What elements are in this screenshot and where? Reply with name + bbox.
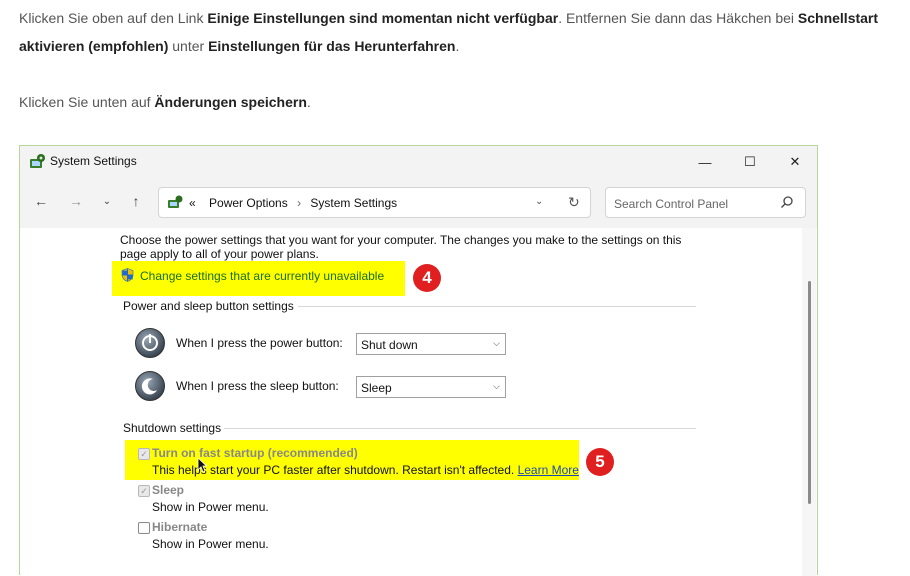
back-button[interactable]: ← — [30, 190, 52, 212]
chevron-right-icon: › — [297, 196, 302, 210]
mouse-cursor-icon — [197, 457, 207, 473]
breadcrumb-power-options[interactable]: Power Options — [209, 196, 288, 210]
refresh-icon[interactable]: ↻ — [568, 194, 580, 211]
instruction-paragraph-1: Klicken Sie oben auf den Link Einige Ein… — [19, 4, 904, 60]
group-divider — [298, 306, 696, 307]
navigation-bar: ← → ⌄ ↑ « Power Options › System Setting… — [20, 182, 817, 222]
vertical-scrollbar[interactable] — [802, 228, 816, 576]
fast-startup-desc: This helps start your PC faster after sh… — [152, 463, 579, 477]
scrollbar-thumb[interactable] — [808, 281, 811, 504]
address-bar[interactable]: « Power Options › System Settings ⌄ ↻ — [158, 187, 591, 218]
text: . — [306, 94, 311, 110]
step-badge-5: 5 — [586, 448, 614, 476]
power-button-icon — [135, 328, 165, 358]
forward-button[interactable]: → — [65, 190, 87, 212]
sleep-option-label: Sleep — [152, 483, 185, 497]
sleep-button-select[interactable]: Sleep ⌵ — [356, 376, 506, 398]
sleep-option-desc: Show in Power menu. — [152, 500, 269, 514]
shutdown-heading: Shutdown settings — [123, 421, 222, 435]
minimize-button[interactable]: — — [682, 146, 728, 178]
window-title: System Settings — [50, 154, 137, 168]
settings-content: Choose the power settings that you want … — [20, 228, 817, 576]
recent-locations-button[interactable]: ⌄ — [96, 190, 118, 212]
hibernate-checkbox[interactable] — [138, 522, 150, 534]
search-icon[interactable] — [780, 195, 794, 209]
text: Klicken Sie unten auf — [19, 94, 155, 110]
power-sleep-heading: Power and sleep button settings — [123, 299, 294, 313]
breadcrumb-overflow[interactable]: « — [189, 196, 196, 210]
step-badge-4: 4 — [413, 264, 441, 292]
bold-button-name: Änderungen speichern — [154, 94, 307, 110]
power-button-label: When I press the power button: — [176, 336, 343, 350]
arrow-left-icon: ← — [34, 193, 48, 209]
close-button[interactable]: ✕ — [772, 146, 818, 178]
search-box[interactable] — [605, 187, 806, 218]
bold-link-name: Einige Einstellungen sind momentan nicht… — [207, 10, 559, 26]
hibernate-option-desc: Show in Power menu. — [152, 537, 269, 551]
description-text: Choose the power settings that you want … — [120, 233, 682, 261]
learn-more-link[interactable]: Learn More — [518, 463, 579, 477]
sleep-button-label: When I press the sleep button: — [176, 379, 339, 393]
breadcrumb-system-settings[interactable]: System Settings — [310, 196, 397, 210]
up-button[interactable]: ↑ — [125, 190, 147, 212]
minimize-icon: — — [698, 154, 712, 170]
change-settings-link[interactable]: Change settings that are currently unava… — [121, 268, 384, 283]
instruction-paragraph-2: Klicken Sie unten auf Änderungen speiche… — [19, 88, 904, 116]
chevron-down-icon: ⌵ — [493, 338, 500, 348]
bold-section-name: Einstellungen für das Herunterfahren — [208, 38, 456, 54]
title-bar[interactable]: System Settings — ☐ ✕ — [20, 146, 817, 178]
search-input[interactable] — [612, 194, 776, 214]
hibernate-option-label: Hibernate — [152, 520, 208, 534]
close-icon: ✕ — [789, 154, 801, 169]
arrow-up-icon: ↑ — [132, 193, 140, 209]
fast-startup-checkbox[interactable]: ✓ — [138, 448, 150, 460]
chevron-down-icon: ⌄ — [102, 195, 112, 207]
power-button-select[interactable]: Shut down ⌵ — [356, 333, 506, 355]
select-value: Sleep — [361, 381, 392, 395]
text: . — [455, 38, 460, 54]
power-options-app-icon — [30, 154, 45, 168]
address-dropdown-icon[interactable]: ⌄ — [535, 196, 543, 207]
uac-shield-icon — [121, 268, 134, 282]
control-panel-icon — [168, 195, 183, 208]
sleep-button-icon — [135, 371, 165, 401]
select-value: Shut down — [361, 338, 418, 352]
maximize-icon: ☐ — [744, 154, 756, 169]
sleep-checkbox[interactable]: ✓ — [138, 485, 150, 497]
text: . Entfernen Sie dann das Häkchen bei — [558, 10, 798, 26]
system-settings-window: System Settings — ☐ ✕ ← → ⌄ ↑ « Power Op… — [19, 145, 818, 576]
text: Klicken Sie oben auf den Link — [19, 10, 208, 26]
breadcrumb: « Power Options › System Settings — [189, 196, 397, 210]
maximize-button[interactable]: ☐ — [727, 146, 773, 178]
chevron-down-icon: ⌵ — [493, 381, 500, 391]
change-settings-label: Change settings that are currently unava… — [140, 269, 385, 283]
text: unter — [168, 38, 209, 54]
fast-startup-label: Turn on fast startup (recommended) — [152, 446, 358, 460]
group-divider — [224, 428, 696, 429]
arrow-right-icon: → — [69, 193, 83, 209]
